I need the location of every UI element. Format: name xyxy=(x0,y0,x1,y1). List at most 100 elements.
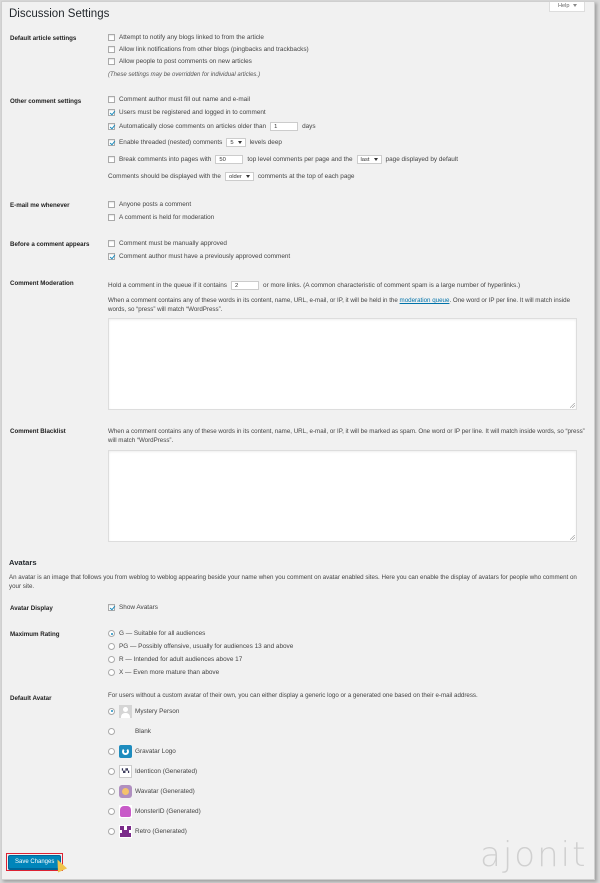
checkbox[interactable] xyxy=(108,156,115,163)
checkbox[interactable] xyxy=(108,201,115,208)
checkbox[interactable] xyxy=(108,240,115,247)
option-label: Show Avatars xyxy=(119,604,158,611)
avatar-option-retro[interactable]: Retro (Generated) xyxy=(108,824,187,838)
rating-r-option[interactable]: R — Intended for adult audiences above 1… xyxy=(108,655,242,664)
chevron-down-icon xyxy=(373,157,378,161)
close-days-input[interactable]: 1 xyxy=(270,122,299,131)
option-label: Anyone posts a comment xyxy=(119,201,192,208)
wavatar-icon xyxy=(119,784,132,798)
avatar-option-wavatar[interactable]: Wavatar (Generated) xyxy=(108,784,195,798)
notify-blogs-option[interactable]: Attempt to notify any blogs linked to fr… xyxy=(108,33,264,42)
radio-button[interactable] xyxy=(108,727,115,735)
blacklist-keys-textarea[interactable] xyxy=(108,450,577,542)
help-label: Help xyxy=(558,3,570,9)
checkbox[interactable] xyxy=(108,253,115,260)
rating-x-option[interactable]: X — Even more mature than above xyxy=(108,668,219,677)
hold-links-row: Hold a comment in the queue if it contai… xyxy=(108,281,520,290)
resize-grip-icon[interactable] xyxy=(570,403,575,408)
radio-button[interactable] xyxy=(108,827,115,835)
radio-button[interactable] xyxy=(108,787,115,795)
comment-order-select[interactable]: older xyxy=(224,172,254,181)
page-order-select[interactable]: last xyxy=(356,155,382,164)
option-label: Comment author must have a previously ap… xyxy=(119,253,291,260)
radio-button[interactable] xyxy=(108,630,115,637)
show-avatars-option[interactable]: Show Avatars xyxy=(108,603,158,612)
select-value: 5 xyxy=(230,140,234,146)
option-label: Gravatar Logo xyxy=(135,747,176,755)
option-suffix: comments at the top of each page xyxy=(257,173,355,180)
default-avatar-description: For users without a custom avatar of the… xyxy=(108,692,478,699)
avatar-option-blank[interactable]: Blank xyxy=(108,724,151,738)
help-tab[interactable]: Help xyxy=(549,2,585,12)
option-label: Mystery Person xyxy=(135,707,180,715)
email-me-label: E-mail me whenever xyxy=(10,202,70,209)
checkbox[interactable] xyxy=(108,604,115,611)
settings-window: Discussion Settings Help Default article… xyxy=(1,1,595,880)
option-label: Attempt to notify any blogs linked to fr… xyxy=(119,34,264,41)
checkbox[interactable] xyxy=(108,96,115,103)
option-label: Comments should be displayed with the xyxy=(108,173,221,180)
avatar-option-mystery[interactable]: Mystery Person xyxy=(108,704,179,718)
identicon-icon: ▚▞▚ xyxy=(119,764,132,778)
registered-option[interactable]: Users must be registered and logged in t… xyxy=(108,108,266,117)
option-label: Comment author must fill out name and e-… xyxy=(119,96,251,103)
option-suffix: or more links. (A common characteristic … xyxy=(263,282,521,289)
option-label: Hold a comment in the queue if it contai… xyxy=(108,282,228,289)
auto-close-option[interactable]: Automatically close comments on articles… xyxy=(108,122,316,131)
avatar-option-gravatar[interactable]: Gravatar Logo xyxy=(108,744,176,758)
break-pages-option[interactable]: Break comments into pages with 50 top leve… xyxy=(108,155,458,164)
checkbox[interactable] xyxy=(108,58,115,65)
chevron-down-icon xyxy=(245,174,250,178)
held-moderation-option[interactable]: A comment is held for moderation xyxy=(108,213,214,222)
option-label: Identicon (Generated) xyxy=(135,767,198,775)
retro-icon xyxy=(119,824,132,838)
previously-approved-option[interactable]: Comment author must have a previously ap… xyxy=(108,252,290,261)
rating-pg-option[interactable]: PG — Possibly offensive, usually for aud… xyxy=(108,642,293,651)
thread-depth-select[interactable]: 5 xyxy=(226,138,246,147)
avatars-description: An avatar is an image that follows you f… xyxy=(9,574,577,590)
desc-text: When a comment contains any of these wor… xyxy=(108,297,398,304)
option-label: Automatically close comments on articles… xyxy=(119,123,267,130)
pingbacks-option[interactable]: Allow link notifications from other blog… xyxy=(108,45,309,54)
checkbox[interactable] xyxy=(108,46,115,53)
checkbox[interactable] xyxy=(108,109,115,116)
select-value: older xyxy=(228,174,242,180)
manual-approve-option[interactable]: Comment must be manually approved xyxy=(108,239,227,248)
checkbox[interactable] xyxy=(108,139,115,146)
checkbox[interactable] xyxy=(108,34,115,41)
author-fill-option[interactable]: Comment author must fill out name and e-… xyxy=(108,95,250,104)
avatars-heading: Avatars xyxy=(9,558,37,567)
option-label: Users must be registered and logged in t… xyxy=(119,109,266,116)
watermark-logo: ajonit xyxy=(480,835,587,875)
moderation-keys-textarea[interactable] xyxy=(108,318,577,410)
comments-per-page-input[interactable]: 50 xyxy=(215,155,244,164)
option-label: Enable threaded (nested) comments xyxy=(119,139,223,146)
option-label: G — Suitable for all audiences xyxy=(119,630,206,637)
rating-g-option[interactable]: G — Suitable for all audiences xyxy=(108,629,205,638)
option-label: Retro (Generated) xyxy=(135,827,187,835)
option-label: R — Intended for adult audiences above 1… xyxy=(119,656,243,663)
option-suffix: levels deep xyxy=(249,139,282,146)
option-suffix: days xyxy=(302,123,316,130)
option-label: X — Even more mature than above xyxy=(119,669,220,676)
radio-button[interactable] xyxy=(108,643,115,650)
moderation-queue-link[interactable]: moderation queue xyxy=(400,297,450,304)
option-label: Comment must be manually approved xyxy=(119,240,227,247)
resize-grip-icon[interactable] xyxy=(570,535,575,540)
radio-button[interactable] xyxy=(108,707,115,715)
avatar-option-identicon[interactable]: ▚▞▚ Identicon (Generated) xyxy=(108,764,197,778)
option-suffix: page displayed by default xyxy=(385,156,459,163)
max-links-input[interactable]: 2 xyxy=(231,281,260,290)
anyone-posts-option[interactable]: Anyone posts a comment xyxy=(108,200,191,209)
avatar-option-monsterid[interactable]: MonsterID (Generated) xyxy=(108,804,201,818)
radio-button[interactable] xyxy=(108,807,115,815)
allow-comments-option[interactable]: Allow people to post comments on new art… xyxy=(108,57,252,66)
checkbox[interactable] xyxy=(108,123,115,130)
option-label: Allow people to post comments on new art… xyxy=(119,58,252,65)
radio-button[interactable] xyxy=(108,767,115,775)
checkbox[interactable] xyxy=(108,214,115,221)
radio-button[interactable] xyxy=(108,747,115,755)
threaded-option[interactable]: Enable threaded (nested) comments 5 levels… xyxy=(108,138,282,147)
radio-button[interactable] xyxy=(108,669,115,676)
radio-button[interactable] xyxy=(108,656,115,663)
